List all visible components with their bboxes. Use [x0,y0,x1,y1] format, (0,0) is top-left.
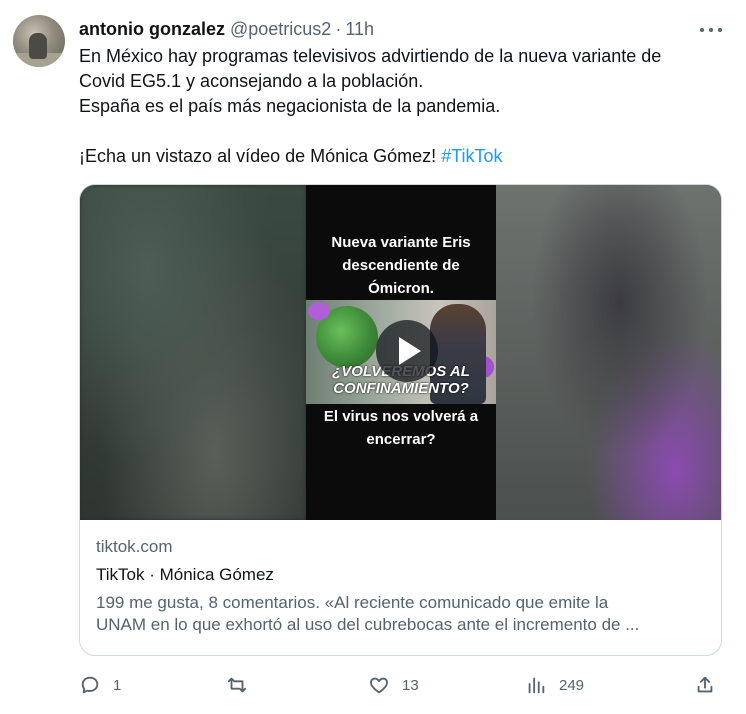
video-subtitle: El virus nos volverá a encerrar? [306,405,496,451]
video-caption-line: CONFINAMIENTO? [333,380,469,397]
hashtag-link[interactable]: #TikTok [441,146,502,166]
card-info[interactable]: tiktok.com TikTok · Mónica Gómez 199 me … [96,536,708,636]
video-title: Nueva variante Eris descendiente de Ómic… [306,231,496,300]
views-icon [528,677,545,694]
tweet-text-line: Covid EG5.1 y aconsejando a la población… [79,71,424,91]
like-icon [370,677,388,694]
retweet-button[interactable] [226,672,260,698]
more-dot [700,28,704,32]
reply-icon [81,676,99,694]
more-dot [718,28,722,32]
video-title-line: Ómicron. [368,280,434,297]
card-description-line: UNAM en lo que exhortó al uso del cubreb… [96,615,640,634]
author-name[interactable]: antonio gonzalez [79,19,225,40]
reply-button[interactable]: 1 [79,672,121,698]
video-title-line: Nueva variante Eris [331,234,471,251]
like-count: 13 [402,676,419,694]
more-dot [709,28,713,32]
tweet-header: antonio gonzalez @poetricus2 · 11h [79,18,374,40]
share-icon [697,676,713,693]
views-count: 249 [559,676,585,694]
link-card[interactable]: Nueva variante Eris descendiente de Ómic… [79,184,722,656]
purple-virus-icon [308,302,330,320]
author-handle[interactable]: @poetricus2 [230,19,331,40]
card-title: TikTok · Mónica Gómez [96,565,274,584]
tweet[interactable]: antonio gonzalez @poetricus2 · 11h En Mé… [0,0,746,714]
media-background-right [496,185,721,520]
play-triangle [399,337,421,365]
tweet-text-line: ¡Echa un vistazo al vídeo de Mónica Góme… [79,144,729,169]
avatar-figure [29,33,47,59]
action-bar: 1 13 249 [79,672,719,698]
video-title-line: descendiente de [342,257,460,274]
more-icon[interactable] [700,20,722,40]
card-description-line: 199 me gusta, 8 comentarios. «Al recient… [96,593,609,612]
tweet-cta: ¡Echa un vistazo al vídeo de Mónica Góme… [79,146,442,166]
avatar[interactable] [13,15,65,67]
card-domain: tiktok.com [96,537,173,556]
tweet-text-line: España es el país más negacionista de la… [79,96,501,116]
views-button[interactable]: 249 [525,672,584,698]
card-description: 199 me gusta, 8 comentarios. «Al recient… [96,592,708,636]
play-icon[interactable] [376,320,438,382]
reply-count: 1 [113,676,122,694]
tweet-text-line: En México hay programas televisivos advi… [79,46,662,66]
separator-dot: · [335,18,342,39]
tweet-text: En México hay programas televisivos advi… [79,44,729,169]
media-background-left [80,185,306,520]
video-subtitle-line: El virus nos volverá a [323,408,479,425]
like-button[interactable]: 13 [368,672,419,698]
share-button[interactable] [694,672,716,698]
video-subtitle-line: encerrar? [366,431,436,448]
retweet-icon [227,677,247,693]
tweet-time[interactable]: 11h [345,19,374,40]
card-media[interactable]: Nueva variante Eris descendiente de Ómic… [80,185,721,520]
